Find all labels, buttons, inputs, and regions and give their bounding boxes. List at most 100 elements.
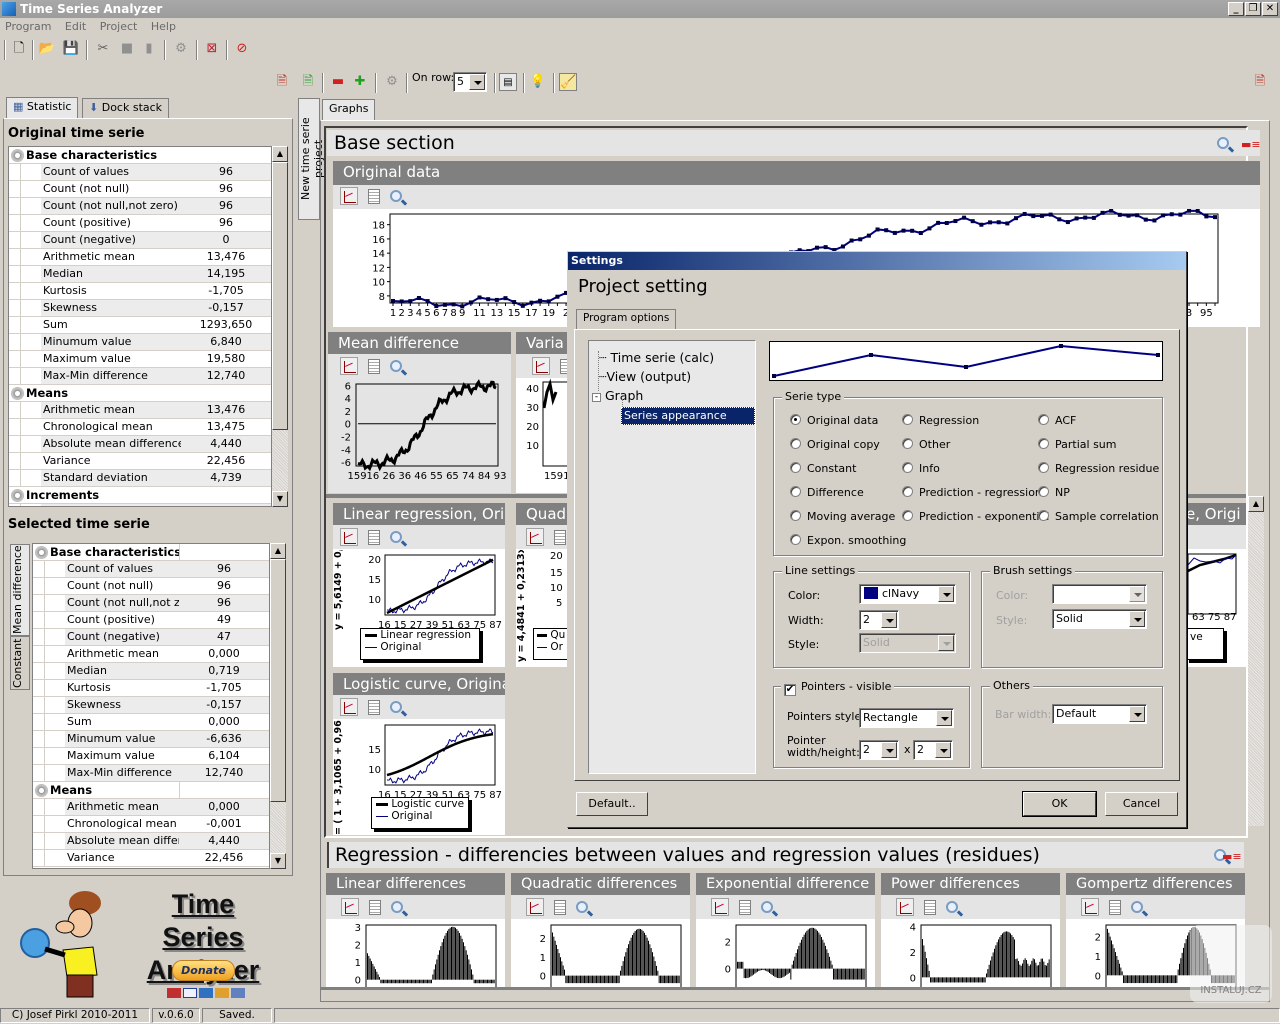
zoom-icon[interactable] [576,901,588,913]
stats-row[interactable]: Max-Min difference 12,740 [33,765,269,782]
bar-width-select[interactable]: Default [1052,704,1147,724]
chart-icon[interactable] [526,528,544,546]
tab-program-options[interactable]: Program options [576,309,677,330]
add-row-icon[interactable]: ✚ [351,73,369,91]
stats-row[interactable]: Arithmetic mean 13,476 [9,402,271,419]
original-scrollbar[interactable]: ▲ ▼ [272,146,288,507]
radio-serie-type[interactable]: Info [902,462,940,475]
document-icon[interactable] [554,529,566,545]
document-icon[interactable] [369,899,381,915]
stats-row[interactable]: Arithmetic mean 0,000 [33,646,269,663]
ok-button[interactable]: OK [1022,791,1097,817]
brush-style-select[interactable]: Solid [1052,609,1147,629]
stats-row[interactable]: Count of values 96 [9,164,271,181]
radio-serie-type[interactable]: Regression [902,414,979,427]
zoom-icon[interactable] [390,190,402,202]
paste-icon[interactable]: ▮ [140,40,158,58]
copy-icon[interactable]: ■ [118,40,136,58]
default-button[interactable]: Default.. [576,792,648,816]
stats-category[interactable]: Base characteristics [9,147,271,164]
chart-icon[interactable] [340,187,358,205]
new-file-icon[interactable]: 🗋 [10,40,28,58]
remove-row-icon[interactable]: ▬≡ [1222,850,1242,863]
stats-row[interactable]: Median 0,719 [33,663,269,680]
stats-category[interactable]: Means [9,385,271,402]
zoom-icon[interactable] [390,360,402,372]
radio-serie-type[interactable]: Prediction - exponential [902,510,1049,523]
settings-icon[interactable]: ⚙ [172,40,190,58]
refresh-page-icon[interactable]: 🗎 [299,73,317,91]
radio-serie-type[interactable]: NP [1038,486,1070,499]
tree-item-graph[interactable]: - Graph [592,388,643,403]
close-project-icon[interactable]: 🗎 [1251,73,1269,91]
line-width-select[interactable]: 2 [859,610,899,630]
radio-serie-type[interactable]: Constant [790,462,856,475]
scroll-thumb[interactable] [270,559,286,802]
chart-icon[interactable] [340,698,358,716]
stats-row[interactable]: Minumum value -6,636 [33,731,269,748]
document-icon[interactable] [924,899,936,915]
radio-serie-type[interactable]: Difference [790,486,864,499]
stats-row[interactable]: Arithmetic mean 13,476 [9,249,271,266]
stats-row[interactable]: Chronological mean -0,001 [33,816,269,833]
stats-row[interactable]: Sum 0,000 [33,714,269,731]
stop-icon[interactable]: ⊘ [233,40,251,58]
line-color-select[interactable]: clNavy [859,584,956,604]
stats-row[interactable]: Sum 1293,650 [9,317,271,334]
stats-row[interactable]: Count (positive) 96 [9,215,271,232]
stats-row[interactable]: Variance 22,456 [33,850,269,867]
scroll-down-icon[interactable]: ▼ [272,491,288,507]
selected-scrollbar[interactable]: ▲ ▼ [270,543,286,869]
stats-row[interactable]: Arithmetic mean 0,000 [33,799,269,816]
stats-category[interactable]: Increments [9,487,271,504]
tree-item-time-serie[interactable]: ┈ Time serie (calc) [599,350,714,365]
stats-row[interactable]: Absolute mean difference4,440 [33,833,269,850]
pdf-export-icon[interactable]: ⊠ [203,40,221,58]
radio-serie-type[interactable]: ACF [1038,414,1076,427]
lightbulb-icon[interactable]: 💡 [529,73,547,91]
stats-row[interactable]: Count (negative) 47 [33,629,269,646]
stats-row[interactable]: Minumum value 6,840 [9,334,271,351]
menu-program[interactable]: Program [0,18,56,35]
scroll-thumb[interactable] [272,162,288,430]
radio-serie-type[interactable]: Expon. smoothing [790,534,906,547]
pointer-width-select[interactable]: 2 [859,740,899,760]
tree-item-view-output[interactable]: ┈View (output) [599,369,691,384]
settings-icon[interactable]: ⚙ [383,73,401,91]
radio-serie-type[interactable]: Original copy [790,438,880,451]
document-icon[interactable] [1109,899,1121,915]
menu-edit[interactable]: Edit [60,18,91,35]
document-icon[interactable] [368,699,380,715]
pointer-height-select[interactable]: 2 [913,740,953,760]
stats-row[interactable]: Median 14,195 [9,266,271,283]
zoom-icon[interactable] [1131,901,1143,913]
zoom-icon[interactable] [390,531,402,543]
chart-icon[interactable] [1081,898,1099,916]
radio-serie-type[interactable]: Regression residue [1038,462,1159,475]
remove-page-icon[interactable]: 🗎 [273,73,291,91]
stats-row[interactable]: Standard deviation 4,739 [9,470,271,487]
zoom-icon[interactable] [1217,137,1229,149]
stats-row[interactable]: Max-Min difference 12,740 [9,368,271,385]
project-tab[interactable]: New time serie project [298,98,325,220]
stats-row[interactable]: Count of values 96 [33,561,269,578]
close-button[interactable]: ✕ [1262,2,1278,16]
stats-row[interactable]: Skewness -0,157 [33,697,269,714]
radio-serie-type[interactable]: Other [902,438,950,451]
document-icon[interactable] [368,358,380,374]
on-row-select[interactable]: 5 [453,72,487,92]
stats-row[interactable]: Count (negative) 0 [9,232,271,249]
scroll-up-icon[interactable]: ▲ [272,146,288,162]
stats-row[interactable]: Chronological mean 13,475 [9,419,271,436]
radio-serie-type[interactable]: Sample correlation [1038,510,1159,523]
collapse-icon[interactable]: - [592,393,601,402]
document-icon[interactable] [554,899,566,915]
zoom-icon[interactable] [390,701,402,713]
radio-serie-type[interactable]: Prediction - regression [902,486,1042,499]
brush-color-select[interactable] [1052,584,1147,604]
document-icon[interactable] [739,899,751,915]
stats-row[interactable]: Count (not null) 96 [9,181,271,198]
menu-help[interactable]: Help [146,18,181,35]
restore-button[interactable]: ❐ [1245,2,1261,16]
chart-icon[interactable] [526,898,544,916]
